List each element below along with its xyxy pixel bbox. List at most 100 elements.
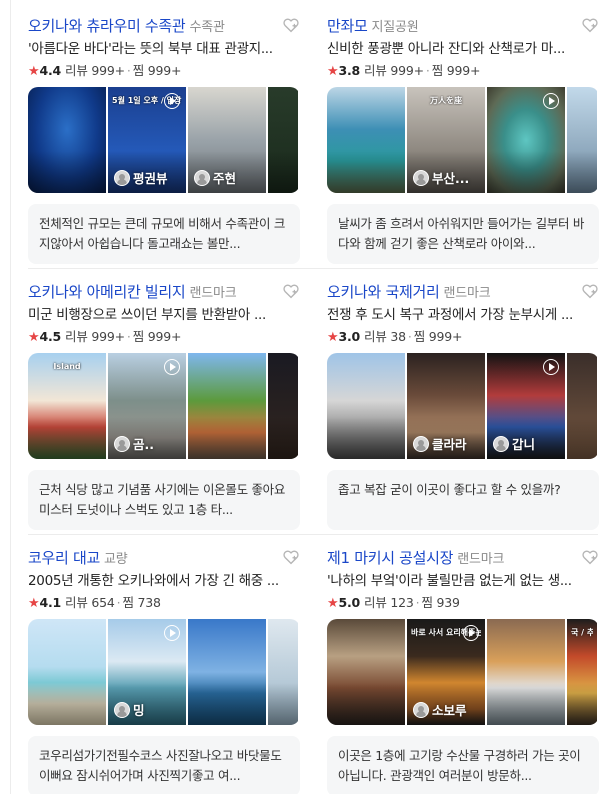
place-title[interactable]: 코우리 대교 <box>28 549 100 567</box>
place-title[interactable]: 오키나와 국제거리 <box>327 283 440 301</box>
place-category: 지질공원 <box>371 20 419 35</box>
place-photo[interactable] <box>327 353 405 459</box>
play-icon[interactable] <box>543 359 559 375</box>
review-snippet[interactable]: 코우리섬가기전필수코스 사진잘나오고 바닷물도이뻐요 잠시쉬어가며 사진찍기좋고… <box>28 736 300 794</box>
play-icon[interactable] <box>543 93 559 109</box>
stat-separator: · <box>116 595 121 610</box>
photo-author-badge[interactable]: 소보루 <box>413 700 467 719</box>
heart-outline-icon[interactable] <box>581 548 599 566</box>
stat-separator: · <box>126 329 131 344</box>
review-snippet[interactable]: 날씨가 좀 흐려서 아쉬워지만 들어가는 길부터 바다와 함께 걷기 좋은 산책… <box>327 204 599 264</box>
avatar <box>413 169 429 186</box>
card-title-row: 오키나와 국제거리 랜드마크 <box>327 281 599 303</box>
place-photo[interactable] <box>567 353 597 459</box>
place-stats: ★3.0 리뷰 38 · 찜 999+ <box>327 326 462 345</box>
review-snippet[interactable]: 이곳은 1층에 고기랑 수산물 구경하러 가는 곳이 아닙니다. 관광객인 여러… <box>327 736 599 794</box>
photo-author-badge[interactable]: 평권뷰 <box>114 168 168 187</box>
place-photo[interactable]: 클라라 <box>407 353 485 459</box>
avatar <box>413 435 429 452</box>
rating-value: 4.5 <box>39 329 62 344</box>
place-photo[interactable]: 밍 <box>108 619 186 725</box>
photo-author-name: 주현 <box>213 171 237 186</box>
avatar <box>114 169 130 186</box>
photo-author-badge[interactable]: 클라라 <box>413 434 467 453</box>
play-icon[interactable] <box>463 625 479 641</box>
place-photo[interactable] <box>188 353 266 459</box>
place-photo[interactable]: Island <box>28 353 106 459</box>
place-photo[interactable]: 곰.. <box>108 353 186 459</box>
stat-separator: · <box>407 329 412 344</box>
place-photo[interactable]: 국 / 추천 해 / 원봉 <box>567 619 597 725</box>
place-photo[interactable] <box>188 619 266 725</box>
place-photo[interactable]: 5월 1일 오후 / 입장 대기 / 우주를 품은 바다 / 수족관 내부 / … <box>108 87 186 193</box>
place-title[interactable]: 오키나와 아메리칸 빌리지 <box>28 283 186 301</box>
review-text: 이곳은 1층에 고기랑 수산물 구경하러 가는 곳이 아닙니다. 관광객인 여러… <box>338 748 581 783</box>
card-title-row: 오키나와 아메리칸 빌리지 랜드마크 <box>28 281 300 303</box>
play-icon[interactable] <box>164 359 180 375</box>
place-photo[interactable] <box>487 87 565 193</box>
photo-strip[interactable]: Island 곰.. <box>28 353 300 459</box>
place-photo[interactable] <box>268 619 298 725</box>
play-icon[interactable] <box>164 625 180 641</box>
play-icon[interactable] <box>164 93 180 109</box>
heart-outline-icon[interactable] <box>282 282 300 300</box>
photo-author-badge[interactable]: 갑니 <box>493 434 535 453</box>
place-photo[interactable]: 주현 <box>188 87 266 193</box>
place-stats: ★4.1 리뷰 654 · 찜 738 <box>28 592 161 611</box>
photo-author-name: 갑니 <box>512 437 536 452</box>
place-photo[interactable]: 바로 사서 요리해주는 / 마키시 공설시장 / 원봉 오키나와 여행 소보루 <box>407 619 485 725</box>
review-text: 좁고 복잡 굳이 이곳이 좋다고 할 수 있을까? <box>338 482 561 497</box>
photo-author-badge[interactable]: 곰.. <box>114 434 154 453</box>
rating-value: 5.0 <box>338 595 361 610</box>
photo-author-badge[interactable]: 부산... <box>413 168 469 187</box>
heart-outline-icon[interactable] <box>282 548 300 566</box>
save-count: 찜 999+ <box>132 329 182 344</box>
star-icon: ★ <box>28 64 40 79</box>
photo-caption: 국 / 추천 해 / 원봉 <box>571 628 593 637</box>
star-icon: ★ <box>327 330 339 345</box>
review-snippet[interactable]: 좁고 복잡 굳이 이곳이 좋다고 할 수 있을까? <box>327 470 599 530</box>
heart-outline-icon[interactable] <box>282 16 300 34</box>
place-photo[interactable] <box>487 619 565 725</box>
place-stats: ★4.5 리뷰 999+ · 찜 999+ <box>28 326 182 345</box>
photo-shade <box>268 682 298 725</box>
photo-shade <box>327 682 405 725</box>
place-photo[interactable] <box>268 353 298 459</box>
photo-author-badge[interactable]: 밍 <box>114 700 145 719</box>
star-icon: ★ <box>28 596 40 611</box>
place-photo[interactable] <box>567 87 597 193</box>
place-photo[interactable] <box>327 87 405 193</box>
place-photo[interactable] <box>327 619 405 725</box>
heart-outline-icon[interactable] <box>581 16 599 34</box>
photo-shade <box>567 682 597 725</box>
place-title[interactable]: 제1 마키시 공설시장 <box>327 549 453 567</box>
photo-strip[interactable]: 万人を座 부산... <box>327 87 599 193</box>
photo-strip[interactable]: 5월 1일 오후 / 입장 대기 / 우주를 품은 바다 / 수족관 내부 / … <box>28 87 300 193</box>
place-photo[interactable] <box>268 87 298 193</box>
place-stats: ★5.0 리뷰 123 · 찜 939 <box>327 592 460 611</box>
row-divider-1 <box>28 268 598 269</box>
review-snippet[interactable]: 근처 식당 많고 기념품 사기에는 이온몰도 좋아요 미스터 도넛이나 스벅도 … <box>28 470 300 530</box>
place-photo[interactable]: 갑니 <box>487 353 565 459</box>
photo-author-name: 소보루 <box>432 703 467 718</box>
photo-strip[interactable]: 바로 사서 요리해주는 / 마키시 공설시장 / 원봉 오키나와 여행 소보루 … <box>327 619 599 725</box>
place-title[interactable]: 만좌모 <box>327 17 368 35</box>
heart-outline-icon[interactable] <box>581 282 599 300</box>
place-photo[interactable] <box>28 619 106 725</box>
photo-author-badge[interactable]: 주현 <box>194 168 236 187</box>
place-photo[interactable]: 万人を座 부산... <box>407 87 485 193</box>
photo-shade <box>487 682 565 725</box>
photo-strip[interactable]: 클라라 갑니 <box>327 353 599 459</box>
stat-separator: · <box>415 595 420 610</box>
photo-shade <box>327 416 405 459</box>
place-photo[interactable] <box>28 87 106 193</box>
photo-shade <box>188 682 266 725</box>
photo-shade <box>567 150 597 193</box>
review-text: 날씨가 좀 흐려서 아쉬워지만 들어가는 길부터 바다와 함께 걷기 좋은 산책… <box>338 216 585 251</box>
place-title[interactable]: 오키나와 츄라우미 수족관 <box>28 17 186 35</box>
photo-shade <box>28 150 106 193</box>
photo-shade <box>487 150 565 193</box>
review-snippet[interactable]: 전체적인 규모는 큰데 규모에 비해서 수족관이 크지않아서 아쉽습니다 돌고래… <box>28 204 300 264</box>
photo-strip[interactable]: 밍 <box>28 619 300 725</box>
place-description: '아름다운 바다'라는 뜻의 북부 대표 관광지... <box>28 41 273 57</box>
